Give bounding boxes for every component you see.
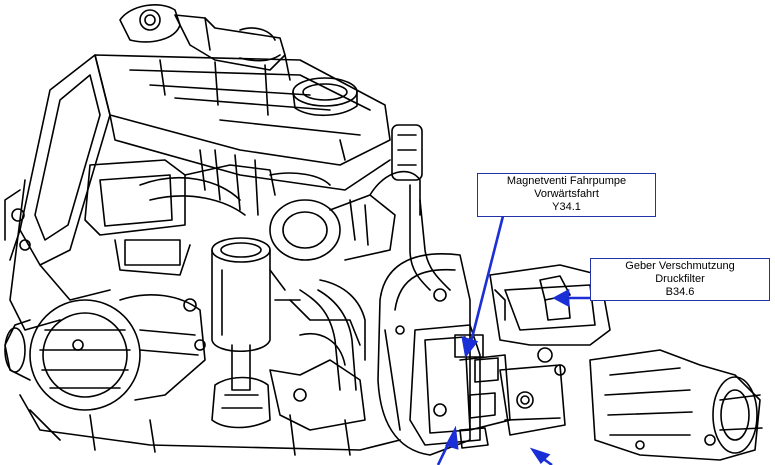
callout-b34-6: Geber Verschmutzung Druckfilter B34.6 (590, 258, 770, 301)
callout-b34-6-line2: Druckfilter (655, 273, 705, 285)
leader-y34-1 (468, 215, 505, 347)
callout-b34-6-code: B34.6 (665, 286, 695, 298)
leader-lines (436, 215, 591, 465)
arrowhead-lower-left (445, 425, 459, 450)
arrowhead-y34-1 (461, 336, 479, 359)
callout-y34-1-line1: Magnetventi Fahrpumpe (506, 175, 627, 187)
callout-y34-1: Magnetventi Fahrpumpe Vorwärtsfahrt Y34.… (477, 173, 656, 217)
callout-y34-1-line2: Vorwärtsfahrt (534, 188, 599, 200)
diagram-stage: Magnetventi Fahrpumpe Vorwärtsfahrt Y34.… (0, 0, 775, 465)
callout-y34-1-code: Y34.1 (552, 201, 581, 213)
arrowhead-b34-6 (552, 288, 570, 308)
callout-b34-6-line1: Geber Verschmutzung (625, 260, 735, 272)
